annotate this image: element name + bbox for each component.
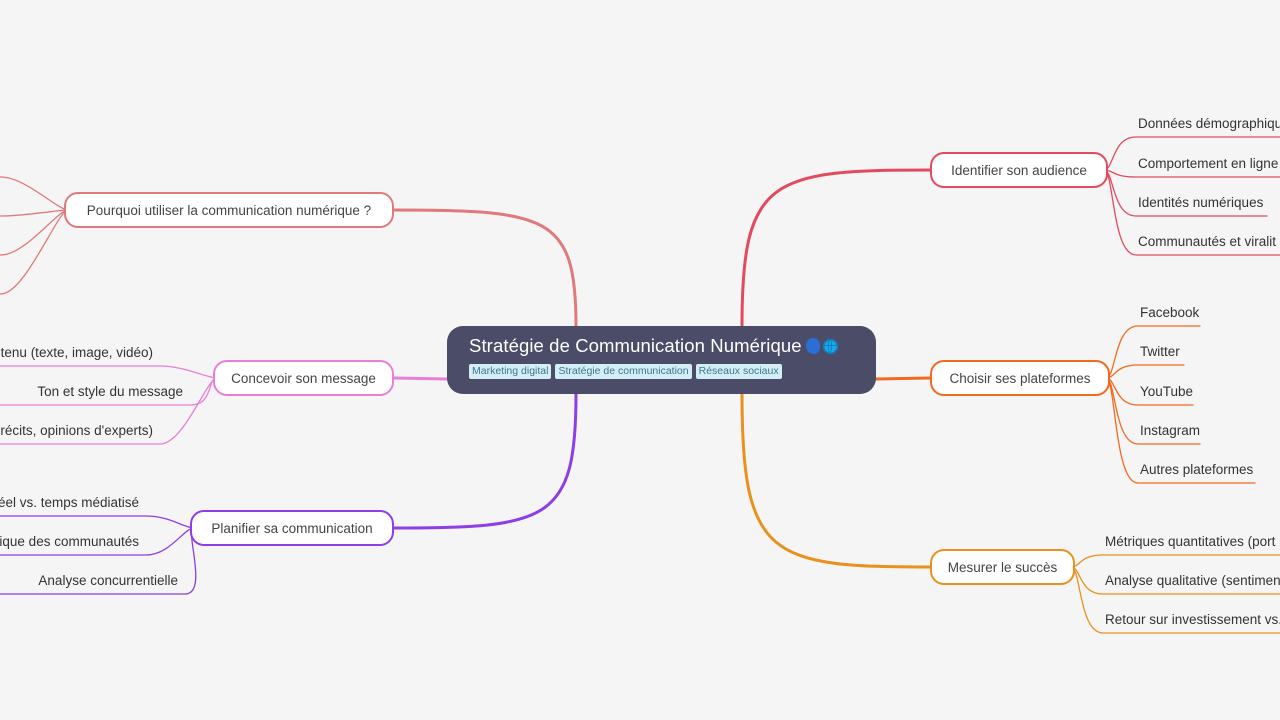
- child-connector: [0, 209, 69, 217]
- branch-connector-concevoir: [392, 376, 449, 381]
- child-node[interactable]: Analyse qualitative (sentimen: [1105, 572, 1280, 590]
- child-node[interactable]: Ton et style du message: [37, 383, 183, 401]
- branch-node-concevoir[interactable]: Concevoir son message: [213, 360, 394, 396]
- child-connector: [0, 209, 69, 295]
- child-node[interactable]: YouTube: [1140, 383, 1193, 401]
- child-node[interactable]: Comportement en ligne: [1138, 155, 1278, 173]
- branch-connector-planifier: [392, 392, 578, 530]
- branch-connector-succes: [740, 392, 932, 569]
- child-node[interactable]: Données démographiqu: [1138, 115, 1280, 133]
- child-connector: [0, 515, 195, 529]
- child-node[interactable]: Métriques quantitatives (port: [1105, 533, 1275, 551]
- child-connector: [1070, 554, 1280, 568]
- branch-node-pourquoi[interactable]: Pourquoi utiliser la communication numér…: [64, 192, 394, 228]
- child-connector: [0, 176, 69, 211]
- child-node[interactable]: Identités numériques: [1138, 194, 1263, 212]
- child-node[interactable]: Autres plateformes: [1140, 461, 1253, 479]
- branch-connector-audience: [740, 168, 932, 328]
- child-node[interactable]: Twitter: [1140, 343, 1180, 361]
- root-node[interactable]: Stratégie de Communication Numérique Mar…: [447, 326, 876, 394]
- branch-node-audience[interactable]: Identifier son audience: [930, 152, 1108, 188]
- child-node[interactable]: Facebook: [1140, 304, 1199, 322]
- tag-reseaux-sociaux[interactable]: Réseaux sociaux: [695, 364, 782, 379]
- branch-node-plateformes[interactable]: Choisir ses plateformes: [930, 360, 1110, 396]
- globe-icon: [822, 338, 838, 354]
- branch-label: Identifier son audience: [951, 162, 1087, 178]
- child-node[interactable]: Communautés et viralit: [1138, 233, 1276, 251]
- branch-node-planifier[interactable]: Planifier sa communication: [190, 510, 394, 546]
- tag-marketing-digital[interactable]: Marketing digital: [469, 364, 552, 379]
- child-node[interactable]: Analyse concurrentielle: [38, 572, 178, 590]
- branch-connector-pourquoi: [392, 208, 578, 328]
- child-node[interactable]: e contenu (texte, image, vidéo): [0, 344, 153, 362]
- child-node[interactable]: ées, récits, opinions d'experts): [0, 422, 153, 440]
- child-connector: [1105, 364, 1185, 379]
- child-connector: [0, 209, 69, 256]
- child-node[interactable]: Retour sur investissement vs.: [1105, 611, 1280, 629]
- branch-label: Planifier sa communication: [211, 520, 373, 536]
- child-node[interactable]: Instagram: [1140, 422, 1200, 440]
- child-node[interactable]: amique des communautés: [0, 533, 139, 551]
- branch-node-succes[interactable]: Mesurer le succès: [930, 549, 1075, 585]
- speaking-head-icon: [805, 338, 820, 354]
- branch-label: Choisir ses plateformes: [949, 370, 1091, 386]
- root-title: Stratégie de Communication Numérique: [469, 335, 802, 356]
- tag-strategie-communication[interactable]: Stratégie de communication: [555, 364, 692, 379]
- root-title-row: Stratégie de Communication Numérique: [469, 335, 876, 357]
- child-node[interactable]: ps réel vs. temps médiatisé: [0, 494, 139, 512]
- branch-label: Mesurer le succès: [947, 559, 1058, 575]
- branch-label: Concevoir son message: [231, 370, 376, 386]
- branch-label: Pourquoi utiliser la communication numér…: [86, 202, 372, 218]
- child-connector: [0, 365, 218, 379]
- root-tags: Marketing digital Stratégie de communica…: [469, 364, 876, 379]
- branch-connector-plateformes: [874, 376, 932, 381]
- mindmap-canvas[interactable]: Stratégie de Communication Numérique Mar…: [0, 0, 1280, 720]
